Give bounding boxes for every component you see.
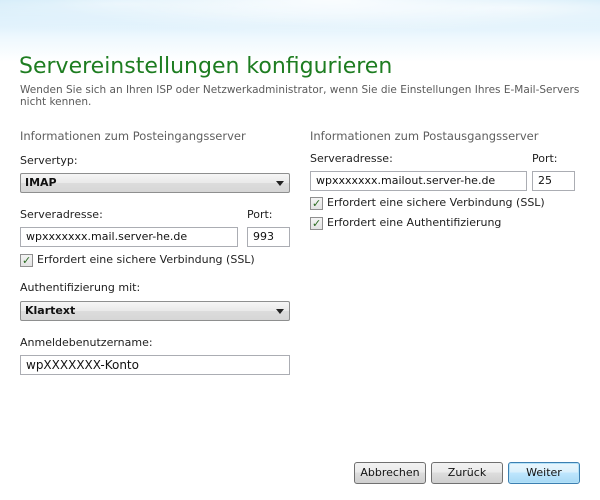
auth-method-value: Klartext [25,304,76,317]
outgoing-server-address-input[interactable]: wpxxxxxxx.mailout.server-he.de [310,171,527,191]
outgoing-port-label: Port: [532,152,558,165]
auth-method-label: Authentifizierung mit: [20,281,141,294]
incoming-ssl-label: Erfordert eine sichere Verbindung (SSL) [37,253,255,266]
page-subtitle: Wenden Sie sich an Ihren ISP oder Netzwe… [20,84,580,108]
chevron-down-icon [276,181,284,186]
incoming-port-label: Port: [247,208,273,221]
username-input[interactable]: wpXXXXXXX-Konto [20,355,290,375]
incoming-server-address-input[interactable]: wpxxxxxxx.mail.server-he.de [20,227,238,247]
outgoing-ssl-label: Erfordert eine sichere Verbindung (SSL) [327,196,545,209]
checkmark-icon: ✓ [22,254,32,267]
outgoing-auth-checkbox[interactable]: ✓ [310,217,323,230]
outgoing-server-address-label: Serveradresse: [310,152,393,165]
outgoing-auth-label: Erfordert eine Authentifizierung [327,216,502,229]
cancel-button[interactable]: Abbrechen [354,462,426,484]
back-button[interactable]: Zurück [431,462,503,484]
server-type-value: IMAP [25,176,57,189]
outgoing-section-title: Informationen zum Postausgangsserver [310,129,539,143]
incoming-ssl-checkbox[interactable]: ✓ [20,254,33,267]
auth-method-select[interactable]: Klartext [20,301,290,321]
header-banner [0,0,600,62]
incoming-port-input[interactable]: 993 [247,227,290,247]
server-type-select[interactable]: IMAP [20,173,290,193]
outgoing-ssl-checkbox[interactable]: ✓ [310,197,323,210]
page-title: Servereinstellungen konfigurieren [19,54,393,79]
chevron-down-icon [276,309,284,314]
outgoing-port-input[interactable]: 25 [532,171,575,191]
server-type-label: Servertyp: [20,154,78,167]
username-label: Anmeldebenutzername: [20,336,153,349]
next-button[interactable]: Weiter [508,462,580,484]
incoming-server-address-label: Serveradresse: [20,208,103,221]
incoming-section-title: Informationen zum Posteingangsserver [20,129,246,143]
checkmark-icon: ✓ [312,197,322,210]
checkmark-icon: ✓ [312,217,322,230]
